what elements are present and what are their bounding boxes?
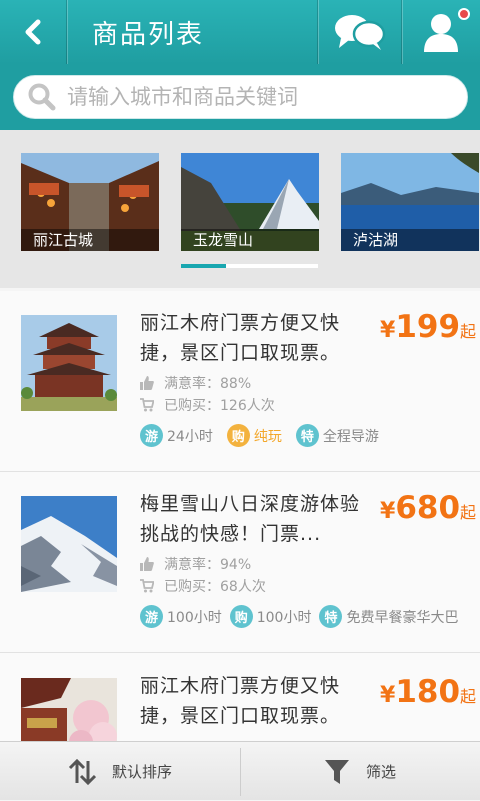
product-price: ¥199起 bbox=[380, 309, 476, 345]
pavilion-photo bbox=[21, 315, 117, 411]
product-title: 梅里雪山八日深度游体验挑战的快感！门票... bbox=[140, 493, 361, 545]
product-price: ¥180起 bbox=[380, 674, 476, 710]
tour-badge-icon: 游 bbox=[140, 605, 163, 628]
feature-tags: 游 100小时 购 100小时 特 免费早餐豪华大巴 bbox=[140, 605, 458, 628]
sort-label: 默认排序 bbox=[111, 763, 172, 781]
user-icon bbox=[424, 14, 458, 52]
price-value: 199 bbox=[395, 309, 461, 345]
tag-text: 免费早餐豪华大巴 bbox=[346, 609, 459, 626]
cart-icon bbox=[140, 579, 154, 593]
feature-tag: 购 100小时 bbox=[229, 605, 312, 628]
messages-button[interactable] bbox=[318, 0, 402, 64]
feature-tag: 游 24小时 bbox=[140, 424, 213, 447]
feature-tags: 游 24小时 购 纯玩 特 全程导游 bbox=[140, 424, 393, 447]
tag-text: 24小时 bbox=[167, 428, 213, 445]
price-value: 680 bbox=[395, 490, 461, 526]
back-button[interactable] bbox=[0, 0, 66, 64]
tag-text: 全程导游 bbox=[322, 428, 379, 445]
app-header: 商品列表 bbox=[0, 0, 480, 64]
thumbs-up-icon bbox=[140, 557, 154, 571]
feature-tag: 特 免费早餐豪华大巴 bbox=[319, 605, 458, 628]
search-input[interactable] bbox=[67, 85, 457, 109]
chevron-left-icon bbox=[25, 19, 41, 45]
purchase-count: 已购买：68人次 bbox=[140, 576, 266, 596]
tour-badge-icon: 游 bbox=[140, 424, 163, 447]
filter-label: 筛选 bbox=[365, 763, 396, 781]
thumbs-up-icon bbox=[140, 376, 154, 390]
satisfaction-text: 满意率：94% bbox=[164, 557, 252, 573]
filter-funnel-icon bbox=[324, 759, 349, 784]
product-thumbnail bbox=[21, 496, 117, 592]
tag-text: 纯玩 bbox=[253, 428, 282, 445]
feature-tag: 特 全程导游 bbox=[295, 424, 379, 447]
carousel-progress bbox=[181, 264, 318, 268]
default-sort-button[interactable]: 默认排序 bbox=[0, 742, 240, 801]
shopping-badge-icon: 购 bbox=[229, 605, 253, 628]
bottom-toolbar: 默认排序 筛选 bbox=[0, 741, 480, 800]
page-title: 商品列表 bbox=[92, 20, 205, 50]
notification-dot bbox=[458, 8, 470, 20]
sort-arrows-icon bbox=[68, 758, 96, 785]
slide-lijiang-old-town[interactable]: 丽江古城 bbox=[21, 153, 159, 251]
slide-label: 丽江古城 bbox=[21, 229, 159, 251]
product-list: 丽江木府门票方便又快捷，景区门口取现票。 ¥199起 满意率：88% 已购买：1… bbox=[0, 291, 480, 741]
filter-button[interactable]: 筛选 bbox=[240, 742, 480, 801]
search-bar-area bbox=[0, 64, 480, 130]
satisfaction-rate: 满意率：94% bbox=[140, 554, 251, 574]
slide-jade-dragon-mountain[interactable]: 玉龙雪山 bbox=[181, 153, 319, 251]
user-button[interactable] bbox=[402, 0, 480, 64]
price-unit: 起 bbox=[460, 687, 477, 706]
purchase-count: 已购买：126人次 bbox=[140, 395, 275, 415]
product-thumbnail bbox=[21, 678, 117, 741]
shopping-badge-icon: 购 bbox=[226, 424, 250, 447]
tag-text: 100小时 bbox=[167, 609, 222, 626]
slide-label: 玉龙雪山 bbox=[181, 229, 319, 251]
purchase-text: 已购买：126人次 bbox=[164, 398, 275, 414]
slide-label: 泸沽湖 bbox=[341, 229, 479, 251]
product-title: 丽江木府门票方便又快捷，景区门口取现票。 bbox=[140, 312, 341, 364]
feature-tag: 购 纯玩 bbox=[226, 424, 282, 447]
tag-text: 100小时 bbox=[256, 609, 312, 626]
carousel-progress-fill bbox=[181, 264, 227, 268]
currency-symbol: ¥ bbox=[380, 683, 396, 708]
feature-tag: 游 100小时 bbox=[140, 605, 222, 628]
slide-lugu-lake[interactable]: 泸沽湖 bbox=[341, 153, 479, 251]
header-divider bbox=[66, 0, 67, 64]
special-badge-icon: 特 bbox=[319, 605, 343, 628]
satisfaction-rate: 满意率：88% bbox=[140, 373, 251, 393]
special-badge-icon: 特 bbox=[295, 424, 319, 447]
satisfaction-text: 满意率：88% bbox=[164, 376, 252, 392]
product-item[interactable]: 丽江木府门票方便又快捷，景区门口取现票。 ¥199起 满意率：88% 已购买：1… bbox=[0, 291, 480, 472]
temple-blossom-photo bbox=[21, 678, 117, 741]
destination-carousel: 丽江古城 玉龙雪山 泸沽湖 bbox=[0, 130, 480, 288]
chat-bubbles-icon bbox=[335, 15, 386, 50]
purchase-text: 已购买：68人次 bbox=[164, 579, 266, 595]
price-unit: 起 bbox=[460, 322, 477, 341]
product-price: ¥680起 bbox=[380, 490, 476, 526]
price-value: 180 bbox=[395, 674, 461, 710]
currency-symbol: ¥ bbox=[380, 318, 396, 343]
cart-icon bbox=[140, 398, 154, 412]
product-item[interactable]: 梅里雪山八日深度游体验挑战的快感！门票... ¥680起 满意率：94% 已购买… bbox=[0, 472, 480, 653]
search-icon bbox=[28, 83, 56, 111]
search-box[interactable] bbox=[13, 75, 468, 119]
product-title: 丽江木府门票方便又快捷，景区门口取现票。 bbox=[140, 675, 341, 727]
currency-symbol: ¥ bbox=[380, 499, 396, 524]
price-unit: 起 bbox=[460, 503, 477, 522]
product-item[interactable]: 丽江木府门票方便又快捷，景区门口取现票。 ¥180起 bbox=[0, 654, 480, 741]
snow-mountain-photo bbox=[21, 496, 117, 592]
product-thumbnail bbox=[21, 315, 117, 411]
